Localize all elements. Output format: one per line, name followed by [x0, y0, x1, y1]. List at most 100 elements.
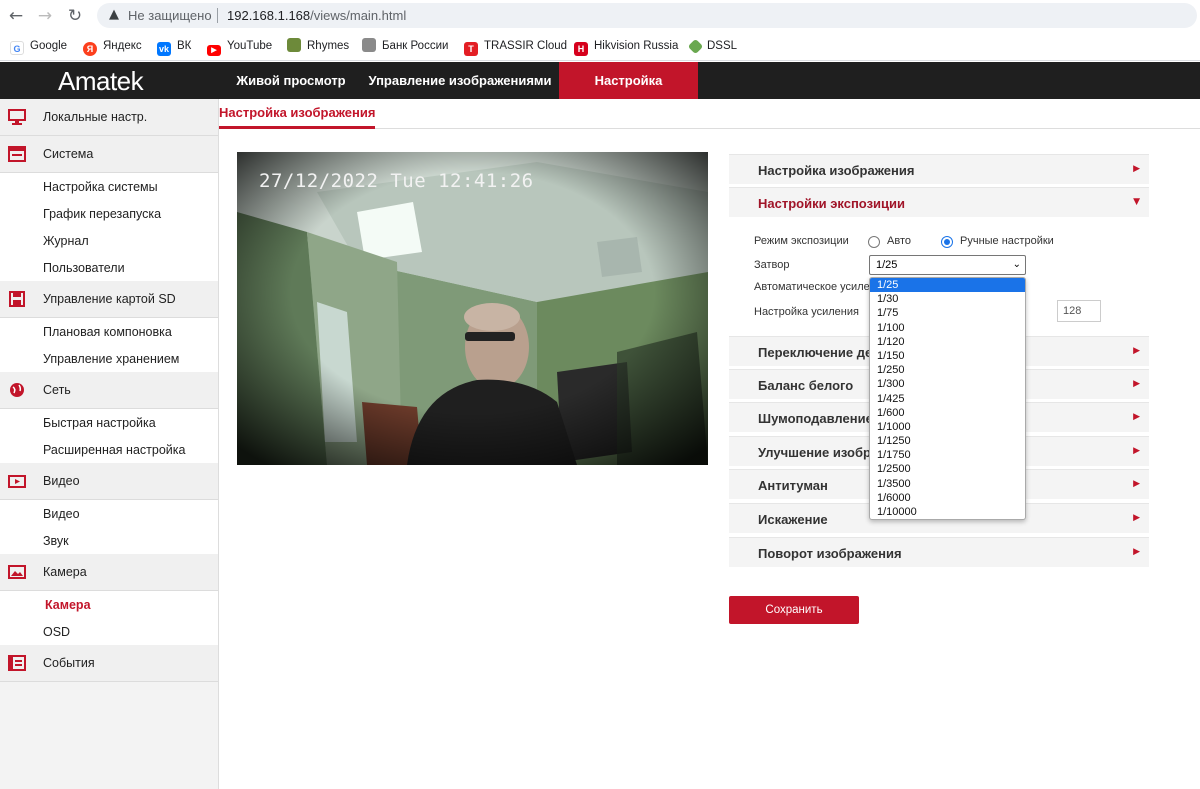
sidebar-section-sd[interactable]: Управление картой SD [0, 281, 218, 318]
accordion-label: Настройки экспозиции [758, 196, 905, 211]
url-text[interactable]: 192.168.1.168/views/main.html [227, 8, 406, 23]
shutter-option[interactable]: 1/600 [870, 406, 1025, 420]
shutter-option[interactable]: 1/25 [870, 278, 1025, 293]
radio-auto[interactable] [868, 236, 880, 248]
shutter-option[interactable]: 1/2500 [870, 462, 1025, 476]
sidebar-section-network[interactable]: Сеть [0, 372, 218, 409]
sidebar-item-quick-setup[interactable]: Быстрая настройка [0, 409, 218, 436]
sidebar-item-label: Звук [43, 534, 69, 548]
sidebar-item-storage[interactable]: Управление хранением [0, 345, 218, 372]
nav-live-view[interactable]: Живой просмотр [232, 62, 350, 99]
sidebar-item-advanced-setup[interactable]: Расширенная настройка [0, 436, 218, 463]
bank-russia-icon [362, 38, 376, 52]
monitor-icon [8, 109, 26, 125]
bookmark-rhymes[interactable]: Rhymes [287, 38, 349, 54]
bookmark-vk[interactable]: vk ВК [157, 38, 191, 56]
bookmark-youtube[interactable]: ▶ YouTube [207, 38, 272, 56]
rhymes-icon [287, 38, 301, 52]
shutter-option[interactable]: 1/150 [870, 349, 1025, 363]
dssl-icon [687, 38, 704, 55]
accordion-label: Улучшение изобр [758, 445, 871, 460]
shutter-option[interactable]: 1/30 [870, 292, 1025, 306]
save-button[interactable]: Сохранить [729, 596, 859, 624]
sidebar-section-system[interactable]: Система [0, 136, 218, 173]
address-bar[interactable]: ▲ Не защищено 192.168.1.168/views/main.h… [97, 3, 1197, 28]
radio-manual-label[interactable]: Ручные настройки [960, 235, 1054, 247]
accordion-label: Шумоподавление [758, 411, 873, 426]
shutter-select[interactable]: 1/25 ⌄ [869, 255, 1026, 275]
sidebar-item-osd[interactable]: OSD [0, 618, 218, 645]
radio-auto-label[interactable]: Авто [887, 235, 911, 247]
sidebar-section-camera[interactable]: Камера [0, 554, 218, 591]
shutter-option[interactable]: 1/120 [870, 335, 1025, 349]
shutter-option[interactable]: 1/100 [870, 321, 1025, 335]
bookmarks-bar: G Google Я Яндекс vk ВК ▶ YouTube Rhymes Бан… [0, 31, 1200, 61]
gain-value-input[interactable]: 128 [1057, 300, 1101, 322]
auto-gain-label: Автоматическое усиле [754, 281, 870, 293]
shutter-option[interactable]: 1/3500 [870, 477, 1025, 491]
nav-settings[interactable]: Настройка [559, 62, 698, 99]
sidebar-item-camera[interactable]: Камера [0, 591, 218, 618]
video-preview[interactable]: 27/12/2022 Tue 12:41:26 [237, 152, 708, 465]
osd-timestamp: 27/12/2022 Tue 12:41:26 [259, 170, 534, 192]
accordion-label: Искажение [758, 512, 828, 527]
bookmark-hikvision[interactable]: H Hikvision Russia [574, 38, 678, 56]
caret-down-icon: ▼ [1133, 197, 1140, 207]
chevron-down-icon: ⌄ [1012, 259, 1021, 270]
tab-image-settings[interactable]: Настройка изображения [219, 105, 375, 120]
amatek-logo: Amatek [58, 66, 144, 96]
sidebar-item-label: График перезапуска [43, 207, 162, 221]
caret-right-icon: ▶ [1133, 346, 1140, 356]
sidebar-section-video[interactable]: Видео [0, 463, 218, 500]
sidebar-item-planned-layout[interactable]: Плановая компоновка [0, 318, 218, 345]
sidebar-item-audio[interactable]: Звук [0, 527, 218, 554]
camera-feed-image [237, 152, 708, 465]
sidebar-item-label: Пользователи [43, 261, 125, 275]
sidebar-item-video[interactable]: Видео [0, 500, 218, 527]
shutter-option[interactable]: 1/1250 [870, 434, 1025, 448]
omnibox-divider [217, 8, 218, 23]
shutter-option[interactable]: 1/6000 [870, 491, 1025, 505]
bookmark-google[interactable]: G Google [10, 38, 67, 55]
accordion-label: Настройка изображения [758, 163, 915, 178]
shutter-select-value: 1/25 [876, 259, 898, 271]
back-arrow-icon[interactable]: ← [5, 5, 27, 27]
sidebar-section-events[interactable]: События [0, 645, 218, 682]
events-icon [8, 655, 26, 671]
sidebar-label: События [43, 656, 95, 670]
sidebar-item-users[interactable]: Пользователи [0, 254, 218, 281]
nav-image-management[interactable]: Управление изображениями [363, 62, 557, 99]
bookmark-trassir[interactable]: T TRASSIR Cloud [464, 38, 567, 56]
sidebar-section-local[interactable]: Локальные настр. [0, 99, 218, 136]
caret-right-icon: ▶ [1133, 547, 1140, 557]
shutter-option[interactable]: 1/75 [870, 306, 1025, 320]
accordion-image-settings[interactable]: Настройка изображения ▶ [729, 154, 1149, 186]
sidebar-item-label: OSD [43, 625, 71, 639]
security-label[interactable]: Не защищено [128, 8, 212, 23]
sidebar-item-system-settings[interactable]: Настройка системы [0, 173, 218, 200]
reload-icon[interactable]: ↻ [64, 5, 86, 27]
shutter-option[interactable]: 1/10000 [870, 505, 1025, 519]
youtube-icon: ▶ [207, 45, 221, 56]
browser-toolbar: ← → ↻ ▲ Не защищено 192.168.1.168/views/… [0, 0, 1200, 31]
shutter-option[interactable]: 1/1000 [870, 420, 1025, 434]
shutter-option[interactable]: 1/300 [870, 377, 1025, 391]
warning-icon[interactable]: ▲ [109, 7, 119, 22]
bookmark-yandex[interactable]: Я Яндекс [83, 38, 142, 56]
sidebar-item-label: Быстрая настройка [43, 416, 156, 430]
forward-arrow-icon[interactable]: → [34, 5, 56, 27]
shutter-option[interactable]: 1/1750 [870, 448, 1025, 462]
sidebar-item-log[interactable]: Журнал [0, 227, 218, 254]
shutter-label: Затвор [754, 259, 790, 271]
shutter-options-list[interactable]: 1/25 1/30 1/75 1/100 1/120 1/150 1/250 1/300 1/4… [869, 277, 1026, 520]
bookmark-cbr[interactable]: Банк России [362, 38, 448, 54]
radio-manual[interactable] [941, 236, 953, 248]
sidebar-item-reboot-schedule[interactable]: График перезапуска [0, 200, 218, 227]
shutter-option[interactable]: 1/425 [870, 392, 1025, 406]
bookmark-dssl[interactable]: DSSL [687, 38, 737, 55]
accordion-exposure[interactable]: Настройки экспозиции ▼ [729, 187, 1149, 219]
shutter-option[interactable]: 1/250 [870, 363, 1025, 377]
caret-right-icon: ▶ [1133, 446, 1140, 456]
sidebar-item-label: Настройка системы [43, 180, 158, 194]
accordion-rotation[interactable]: Поворот изображения ▶ [729, 537, 1149, 569]
